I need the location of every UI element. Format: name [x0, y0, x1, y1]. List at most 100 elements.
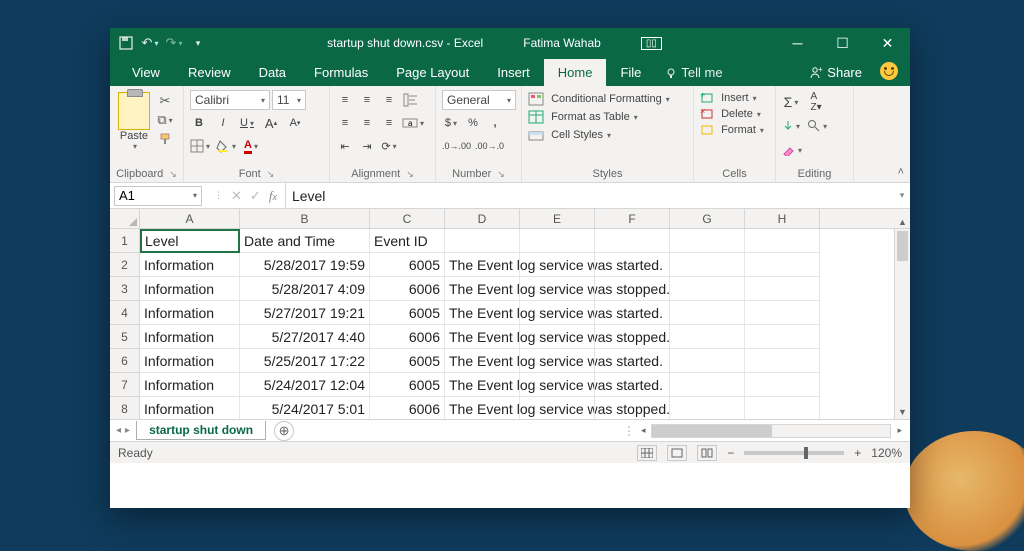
align-middle-icon[interactable]: ≡ — [358, 90, 376, 110]
copy-icon[interactable]: ⧉▾ — [156, 111, 174, 129]
row-header-4[interactable]: 4 — [110, 301, 140, 325]
paste-dropdown-icon[interactable]: ▾ — [131, 142, 137, 151]
cell[interactable]: Level — [140, 229, 240, 253]
cell[interactable]: 6005 — [370, 253, 445, 277]
cell[interactable] — [745, 373, 820, 397]
cell[interactable] — [445, 229, 520, 253]
ribbon-display-icon[interactable]: ▯▯ — [641, 37, 662, 50]
functions-menu-icon[interactable]: ⋮ — [214, 190, 223, 201]
enter-formula-icon[interactable]: ✓ — [250, 188, 261, 204]
column-header-F[interactable]: F — [595, 209, 670, 228]
cell[interactable] — [745, 253, 820, 277]
vertical-scrollbar[interactable]: ▲ ▼ — [894, 229, 910, 419]
grid[interactable]: ABCDEFGH 1LevelDate and TimeEvent ID2Inf… — [110, 209, 910, 419]
maximize-button[interactable]: ☐ — [820, 28, 865, 58]
cell[interactable]: 6006 — [370, 277, 445, 301]
font-dialog-icon[interactable]: ↘ — [267, 169, 275, 180]
paste-button[interactable]: Paste — [120, 130, 148, 142]
cell[interactable]: Information — [140, 349, 240, 373]
cell[interactable]: The Event log service was started. — [445, 301, 520, 325]
expand-formula-bar-icon[interactable]: ▾ — [894, 190, 910, 201]
cell[interactable] — [595, 349, 670, 373]
minimize-button[interactable]: ─ — [775, 28, 820, 58]
row-header-2[interactable]: 2 — [110, 253, 140, 277]
fill-color-icon[interactable]: ▾ — [216, 136, 236, 156]
cell[interactable]: Information — [140, 277, 240, 301]
align-bottom-icon[interactable]: ≡ — [380, 90, 398, 110]
column-header-E[interactable]: E — [520, 209, 595, 228]
align-left-icon[interactable]: ≡ — [336, 113, 354, 133]
share-button[interactable]: + Share — [795, 65, 876, 86]
row-header-6[interactable]: 6 — [110, 349, 140, 373]
cell[interactable]: 6005 — [370, 373, 445, 397]
name-box[interactable]: A1▾ — [114, 186, 202, 206]
increase-decimal-icon[interactable]: .0→.00 — [442, 136, 471, 156]
cell[interactable] — [595, 253, 670, 277]
paste-icon[interactable] — [118, 92, 150, 130]
cell[interactable] — [670, 253, 745, 277]
percent-format-icon[interactable]: % — [464, 113, 482, 133]
align-top-icon[interactable]: ≡ — [336, 90, 354, 110]
page-break-view-icon[interactable] — [697, 445, 717, 461]
scroll-thumb[interactable] — [897, 231, 908, 261]
cell[interactable] — [670, 397, 745, 419]
underline-button[interactable]: U▾ — [238, 113, 256, 133]
cell[interactable] — [520, 325, 595, 349]
cell[interactable] — [520, 373, 595, 397]
hscroll-left-icon[interactable]: ◂ — [637, 425, 650, 436]
column-header-H[interactable]: H — [745, 209, 820, 228]
cell[interactable] — [670, 277, 745, 301]
column-header-G[interactable]: G — [670, 209, 745, 228]
align-center-icon[interactable]: ≡ — [358, 113, 376, 133]
cell[interactable] — [520, 277, 595, 301]
row-header-3[interactable]: 3 — [110, 277, 140, 301]
cell[interactable]: The Event log service was stopped. — [445, 325, 520, 349]
cell[interactable] — [745, 301, 820, 325]
row-header-7[interactable]: 7 — [110, 373, 140, 397]
format-as-table-button[interactable]: Format as Table▾ — [528, 110, 638, 124]
tab-review[interactable]: Review — [174, 59, 245, 86]
column-header-C[interactable]: C — [370, 209, 445, 228]
orientation-icon[interactable]: ⟳▾ — [380, 136, 398, 156]
cell[interactable]: Information — [140, 325, 240, 349]
format-painter-icon[interactable] — [156, 130, 174, 148]
cancel-formula-icon[interactable]: ✕ — [231, 188, 242, 204]
cell[interactable] — [670, 325, 745, 349]
cell[interactable] — [670, 301, 745, 325]
cell[interactable] — [520, 397, 595, 419]
cell[interactable]: 5/28/2017 19:59 — [240, 253, 370, 277]
column-header-B[interactable]: B — [240, 209, 370, 228]
decrease-decimal-icon[interactable]: .00→.0 — [475, 136, 504, 156]
align-right-icon[interactable]: ≡ — [380, 113, 398, 133]
cell[interactable]: 5/24/2017 12:04 — [240, 373, 370, 397]
cut-icon[interactable]: ✂ — [156, 92, 174, 110]
row-header-1[interactable]: 1 — [110, 229, 140, 253]
cell[interactable] — [520, 349, 595, 373]
decrease-font-icon[interactable]: A▾ — [286, 113, 304, 133]
wrap-text-icon[interactable] — [402, 90, 420, 110]
zoom-out-icon[interactable]: − — [727, 446, 734, 460]
cell[interactable] — [595, 301, 670, 325]
column-header-A[interactable]: A — [140, 209, 240, 228]
alignment-dialog-icon[interactable]: ↘ — [406, 169, 414, 180]
horizontal-scrollbar[interactable] — [651, 424, 891, 438]
cell[interactable] — [670, 229, 745, 253]
cell[interactable] — [745, 325, 820, 349]
number-format-select[interactable]: General▾ — [442, 90, 516, 110]
redo-icon[interactable]: ↷▾ — [166, 35, 182, 51]
row-header-5[interactable]: 5 — [110, 325, 140, 349]
cell[interactable] — [520, 301, 595, 325]
clear-icon[interactable]: ▾ — [782, 140, 802, 160]
save-icon[interactable] — [118, 35, 134, 51]
cell[interactable]: Event ID — [370, 229, 445, 253]
cell[interactable] — [745, 349, 820, 373]
accounting-format-icon[interactable]: $▾ — [442, 113, 460, 133]
borders-icon[interactable]: ▾ — [190, 136, 210, 156]
font-name-select[interactable]: Calibri▾ — [190, 90, 270, 110]
new-sheet-button[interactable]: ⊕ — [274, 421, 294, 441]
cell[interactable] — [745, 397, 820, 419]
tab-data[interactable]: Data — [245, 59, 300, 86]
select-all-corner[interactable] — [110, 209, 140, 228]
find-select-icon[interactable]: ▾ — [807, 116, 827, 136]
zoom-slider[interactable] — [744, 451, 844, 455]
